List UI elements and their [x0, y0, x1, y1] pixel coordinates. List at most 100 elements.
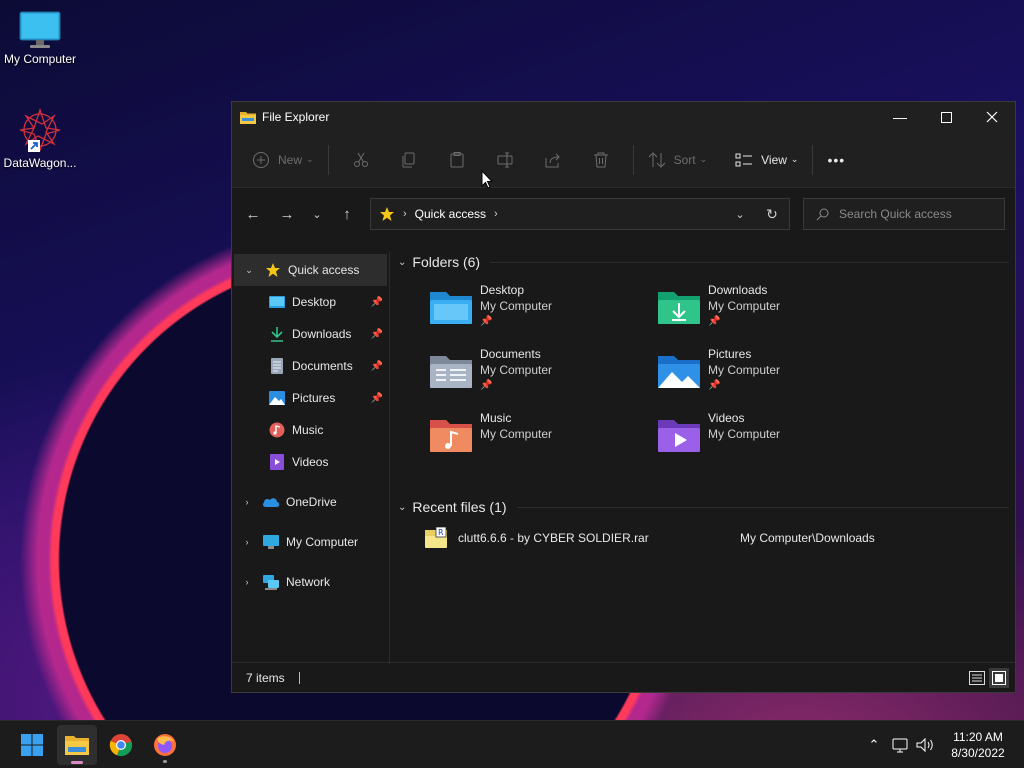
sidebar-item-downloads[interactable]: Downloads 📌: [232, 318, 389, 350]
volume-icon[interactable]: [916, 737, 936, 753]
expand-chevron-icon[interactable]: ›: [240, 537, 254, 547]
taskbar: ⌃ 11:20 AM 8/30/2022: [0, 720, 1024, 768]
downloads-folder-icon: [658, 292, 700, 324]
back-button[interactable]: ←: [236, 199, 270, 229]
sort-button[interactable]: Sort ⌄: [642, 144, 714, 176]
folder-documents[interactable]: Documents My Computer 📌: [428, 346, 648, 406]
system-clock[interactable]: 11:20 AM 8/30/2022: [938, 729, 1018, 761]
collapse-chevron-icon: ⌄: [398, 256, 407, 268]
sidebar-item-onedrive[interactable]: › OneDrive: [232, 486, 389, 518]
maximize-button[interactable]: [923, 102, 969, 132]
section-divider: [490, 261, 1009, 263]
desktop-icon-my-computer[interactable]: My Computer: [0, 10, 80, 66]
taskbar-chrome[interactable]: [101, 725, 141, 765]
svg-text:R: R: [438, 528, 444, 537]
sidebar-item-documents[interactable]: Documents 📌: [232, 350, 389, 382]
share-button[interactable]: [529, 144, 577, 176]
show-hidden-icons-button[interactable]: ⌃: [862, 737, 886, 753]
expand-chevron-icon[interactable]: ›: [240, 577, 254, 587]
paste-button[interactable]: [433, 144, 481, 176]
sidebar-item-my-computer[interactable]: › My Computer: [232, 526, 389, 558]
chevron-down-icon: ⌄: [790, 154, 799, 164]
recent-file-row[interactable]: R clutt6.6.6 - by CYBER SOLDIER.rar My C…: [392, 523, 1015, 553]
sidebar-item-label: Network: [286, 575, 331, 589]
view-button[interactable]: View ⌄: [729, 144, 804, 176]
desktop-icon-datawagon[interactable]: DataWagon...: [0, 106, 80, 170]
sidebar-item-network[interactable]: › Network: [232, 566, 389, 598]
delete-button[interactable]: [577, 144, 625, 176]
close-button[interactable]: [969, 102, 1015, 132]
folder-desktop[interactable]: Desktop My Computer 📌: [428, 282, 648, 342]
search-input[interactable]: [839, 207, 989, 221]
network-status-icon[interactable]: [892, 737, 910, 753]
sidebar-item-desktop[interactable]: Desktop 📌: [232, 286, 389, 318]
title-bar[interactable]: File Explorer —: [232, 102, 1015, 132]
sidebar-item-videos[interactable]: Videos: [232, 446, 389, 478]
pictures-folder-icon: [658, 356, 700, 388]
rename-icon: [497, 152, 513, 167]
trash-icon: [593, 152, 608, 167]
arrow-right-icon: →: [279, 205, 295, 223]
sort-label: Sort: [673, 152, 696, 167]
folder-location: My Computer: [708, 427, 781, 441]
content-pane: ⌄ Folders (6) Desktop My Computer 📌 Down…: [392, 252, 1015, 664]
recent-locations-button[interactable]: ⌄: [304, 199, 330, 229]
video-icon: [268, 453, 286, 471]
forward-button[interactable]: →: [270, 199, 304, 229]
pin-icon: 📌: [708, 316, 721, 327]
details-view-icon: [969, 670, 985, 685]
clipboard-icon: [450, 151, 464, 167]
sidebar-item-quick-access[interactable]: ⌄ Quick access: [234, 254, 387, 286]
toolbar-divider: [632, 144, 634, 175]
taskbar-file-explorer[interactable]: [57, 725, 97, 765]
folder-videos[interactable]: Videos My Computer: [656, 410, 876, 470]
desktop-folder-icon: [268, 293, 286, 311]
sidebar-item-music[interactable]: Music: [232, 414, 389, 446]
more-options-icon: •••: [827, 151, 846, 168]
folder-location: My Computer: [480, 363, 553, 377]
pin-icon: 📌: [370, 296, 383, 308]
pin-icon: 📌: [708, 380, 721, 391]
refresh-button[interactable]: ↻: [755, 206, 789, 223]
collapse-chevron-icon[interactable]: ⌄: [242, 265, 256, 276]
chevron-down-icon: ⌄: [312, 208, 322, 221]
minimize-button[interactable]: —: [877, 102, 923, 132]
address-dropdown-button[interactable]: ⌄: [725, 208, 755, 221]
folder-music[interactable]: Music My Computer: [428, 410, 648, 470]
navigation-pane: ⌄ Quick access Desktop 📌 Downloads 📌 Doc…: [232, 252, 390, 664]
copy-button[interactable]: [385, 144, 433, 176]
cloud-icon: [262, 493, 280, 511]
folder-pictures[interactable]: Pictures My Computer 📌: [656, 346, 876, 406]
documents-folder-icon: [430, 356, 472, 388]
new-button[interactable]: New ⌄: [246, 144, 320, 176]
taskbar-firefox[interactable]: [145, 725, 185, 765]
start-button[interactable]: [12, 725, 52, 765]
folder-downloads[interactable]: Downloads My Computer 📌: [656, 282, 876, 342]
folders-section-header[interactable]: ⌄ Folders (6): [398, 252, 1015, 272]
scissors-icon: [353, 152, 368, 167]
system-tray: ⌃: [862, 721, 936, 768]
pin-icon: 📌: [480, 380, 493, 391]
recent-files-section-header[interactable]: ⌄ Recent files (1): [398, 497, 1015, 517]
tiles-view-button[interactable]: [989, 667, 1009, 688]
new-label: New: [278, 152, 303, 167]
pictures-icon: [268, 389, 286, 407]
status-divider: [298, 671, 300, 684]
expand-chevron-icon[interactable]: ›: [240, 497, 254, 507]
cut-button[interactable]: [337, 144, 385, 176]
windows-logo-icon: [21, 734, 43, 756]
search-box[interactable]: [803, 198, 1005, 230]
search-icon: [816, 208, 829, 220]
breadcrumb-separator-icon: ›: [403, 208, 407, 220]
clock-time: 11:20 AM: [953, 730, 1003, 744]
sidebar-item-label: Videos: [292, 455, 329, 469]
monitor-icon: [19, 11, 61, 48]
sidebar-item-pictures[interactable]: Pictures 📌: [232, 382, 389, 414]
address-bar[interactable]: › Quick access › ⌄ ↻: [370, 198, 790, 230]
up-button[interactable]: ↑: [330, 199, 364, 229]
more-options-button[interactable]: •••: [821, 144, 851, 176]
breadcrumb-chevron-icon[interactable]: ›: [494, 208, 498, 220]
folder-name: Downloads: [708, 283, 768, 297]
details-view-button[interactable]: [967, 668, 987, 688]
breadcrumb-quick-access[interactable]: Quick access: [415, 207, 486, 221]
